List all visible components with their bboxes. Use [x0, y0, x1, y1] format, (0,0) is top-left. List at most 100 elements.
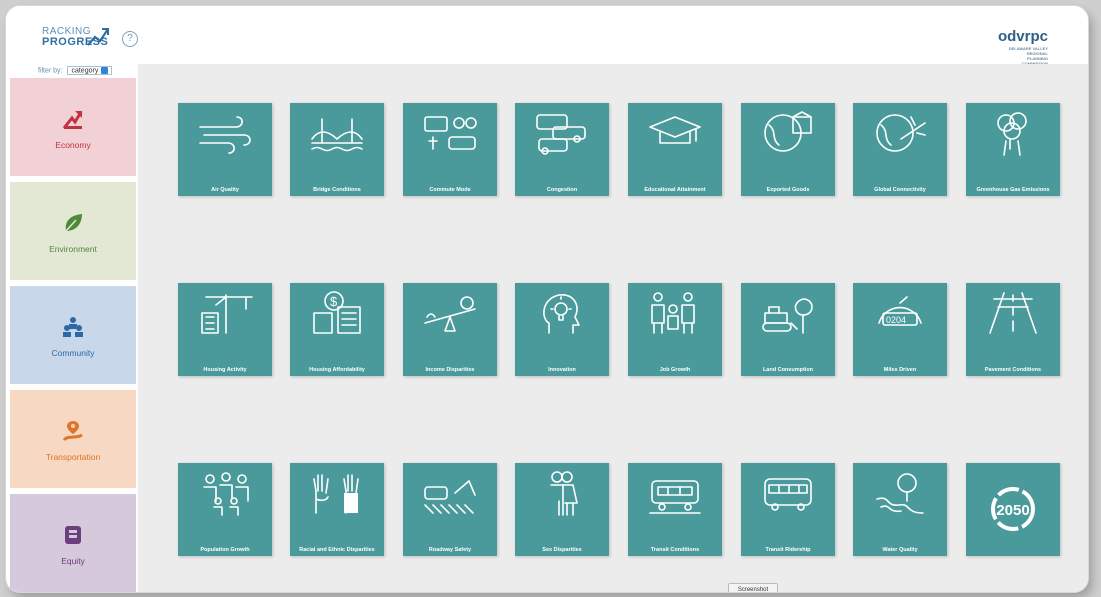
indicator-label: Job Growth	[659, 367, 691, 373]
indicator-label: Population Growth	[200, 547, 250, 553]
tracking-progress-logo[interactable]: RACKING PROGRESS	[42, 26, 112, 56]
filter-label: filter by:	[38, 67, 63, 75]
svg-text:$: $	[330, 294, 338, 309]
road-icon	[989, 292, 1037, 334]
indicator-grid: Air Quality Bridge Conditions Commute Mode…	[138, 64, 1088, 592]
category-label: Environment	[49, 244, 97, 254]
dollar-buildings-icon: $	[313, 291, 361, 334]
raised-hands-icon	[313, 474, 359, 514]
indicator-tile-global-connectivity[interactable]: Global Connectivity	[853, 103, 947, 196]
indicator-tile-greenhouse-gas-emissions[interactable]: Greenhouse Gas Emissions	[966, 103, 1060, 196]
indicator-tile-commute-mode[interactable]: Commute Mode	[403, 103, 497, 196]
indicator-label: Pavement Conditions	[984, 367, 1042, 373]
people-blocks-icon	[63, 317, 83, 337]
head-lightbulb-icon	[543, 294, 580, 334]
indicator-tile-exported-goods[interactable]: Exported Goods	[741, 103, 835, 196]
crosswalk-crash-icon	[424, 480, 476, 514]
growth-arrow-icon	[62, 111, 83, 129]
indicator-label: Housing Activity	[203, 367, 247, 373]
indicator-tile-income-disparities[interactable]: Income Disparities	[403, 283, 497, 376]
scales-hand-icon	[65, 526, 81, 544]
category-community[interactable]: Community	[10, 286, 136, 384]
commute-vehicles-icon	[424, 116, 477, 150]
svg-text:0204: 0204	[886, 315, 906, 325]
category-label: Economy	[55, 140, 91, 150]
indicator-tile-transit-ridership[interactable]: Transit Ridership	[741, 463, 835, 556]
indicator-tile-air-quality[interactable]: Air Quality	[178, 103, 272, 196]
indicator-label: Innovation	[548, 367, 576, 373]
indicator-label: Roadway Safety	[428, 547, 472, 553]
smoke-stack-icon	[997, 112, 1027, 156]
category-environment[interactable]: Environment	[10, 182, 136, 280]
bulldozer-tree-icon	[762, 298, 813, 334]
screenshot-tooltip: Screenshot	[728, 583, 778, 592]
indicator-label: Water Quality	[882, 547, 918, 553]
indicator-label: Educational Attainment	[644, 187, 706, 193]
indicator-tile-educational-attainment[interactable]: Educational Attainment	[628, 103, 722, 196]
indicator-label: Greenhouse Gas Emissions	[976, 187, 1050, 193]
graduation-cap-icon	[649, 116, 701, 144]
header-bar: RACKING PROGRESS ? odvrpc DELAWARE VALLE…	[6, 6, 1088, 66]
map-pin-road-icon	[62, 421, 83, 442]
indicator-tile-sex-disparities[interactable]: Sex Disparities	[515, 463, 609, 556]
bridge-icon	[311, 118, 363, 152]
indicator-tile-housing-affordability[interactable]: $ Housing Affordability	[290, 283, 384, 376]
indicator-tile-job-growth[interactable]: Job Growth	[628, 283, 722, 376]
train-icon	[649, 480, 701, 514]
bus-icon	[764, 478, 812, 511]
indicator-label: Land Consumption	[762, 367, 814, 373]
category-transportation[interactable]: Transportation	[10, 390, 136, 488]
indicator-tile-pavement-conditions[interactable]: Pavement Conditions	[966, 283, 1060, 376]
indicator-label: Commute Mode	[429, 187, 471, 193]
filter-control: filter by: category	[38, 66, 113, 76]
indicator-label: Exported Goods	[766, 187, 810, 193]
indicator-tile-congestion[interactable]: Congestion	[515, 103, 609, 196]
plan-2050-icon: 2050	[991, 487, 1035, 531]
indicator-tile-transit-conditions[interactable]: Transit Conditions	[628, 463, 722, 556]
filter-select[interactable]: category	[67, 66, 113, 76]
indicator-label: Sex Disparities	[542, 547, 582, 553]
app-window: RACKING PROGRESS ? odvrpc DELAWARE VALLE…	[6, 6, 1088, 592]
indicator-tile-racial-and-ethnic-disparities[interactable]: Racial and Ethnic Disparities	[290, 463, 384, 556]
tree-river-icon	[876, 473, 924, 514]
indicator-label: Global Connectivity	[874, 187, 926, 193]
indicator-label: Bridge Conditions	[313, 187, 361, 193]
workers-icon	[651, 292, 695, 334]
filter-value: category	[71, 67, 99, 75]
category-label: Community	[51, 348, 95, 358]
plan-2050-text: 2050	[996, 502, 1029, 519]
leaf-icon	[65, 214, 82, 232]
category-equity[interactable]: Equity	[10, 494, 136, 592]
indicator-tile-roadway-safety[interactable]: Roadway Safety	[403, 463, 497, 556]
indicator-label: Transit Conditions	[650, 547, 700, 553]
org-tagline: DELAWARE VALLEY REGIONAL PLANNING COMMIS…	[1008, 46, 1048, 66]
indicator-tile-housing-activity[interactable]: Housing Activity	[178, 283, 272, 376]
indicator-tile-land-consumption[interactable]: Land Consumption	[741, 283, 835, 376]
indicator-label: Income Disparities	[425, 367, 475, 373]
indicator-label: Racial and Ethnic Disparities	[299, 547, 375, 553]
indicator-label: Transit Ridership	[765, 547, 811, 553]
man-woman-icon	[550, 471, 578, 516]
indicator-tile-population-growth[interactable]: Population Growth	[178, 463, 272, 556]
indicator-label: Miles Driven	[883, 367, 917, 373]
category-label: Transportation	[45, 452, 101, 462]
indicator-label: Air Quality	[211, 187, 239, 193]
org-logo-text: odvrpc	[997, 28, 1048, 45]
indicator-label: Congestion	[546, 187, 578, 193]
help-button[interactable]: ?	[122, 31, 138, 47]
indicator-tile-plan-2050[interactable]: 2050	[966, 463, 1060, 556]
dvrpc-logo[interactable]: odvrpc DELAWARE VALLEY REGIONAL PLANNING…	[997, 28, 1048, 66]
category-economy[interactable]: Economy	[10, 78, 136, 176]
traffic-cars-icon	[536, 114, 586, 155]
indicator-label: Housing Affordability	[309, 367, 365, 373]
category-label: Equity	[61, 556, 85, 566]
indicator-tile-water-quality[interactable]: Water Quality	[853, 463, 947, 556]
indicator-tile-miles-driven[interactable]: 0204 Miles Driven	[853, 283, 947, 376]
globe-plane-icon	[876, 114, 926, 152]
dropdown-toggle-icon	[101, 67, 109, 74]
crane-building-icon	[201, 294, 253, 334]
indicator-tile-innovation[interactable]: Innovation	[515, 283, 609, 376]
indicator-tile-bridge-conditions[interactable]: Bridge Conditions	[290, 103, 384, 196]
wind-icon	[199, 116, 251, 154]
trend-line-icon	[87, 28, 109, 46]
